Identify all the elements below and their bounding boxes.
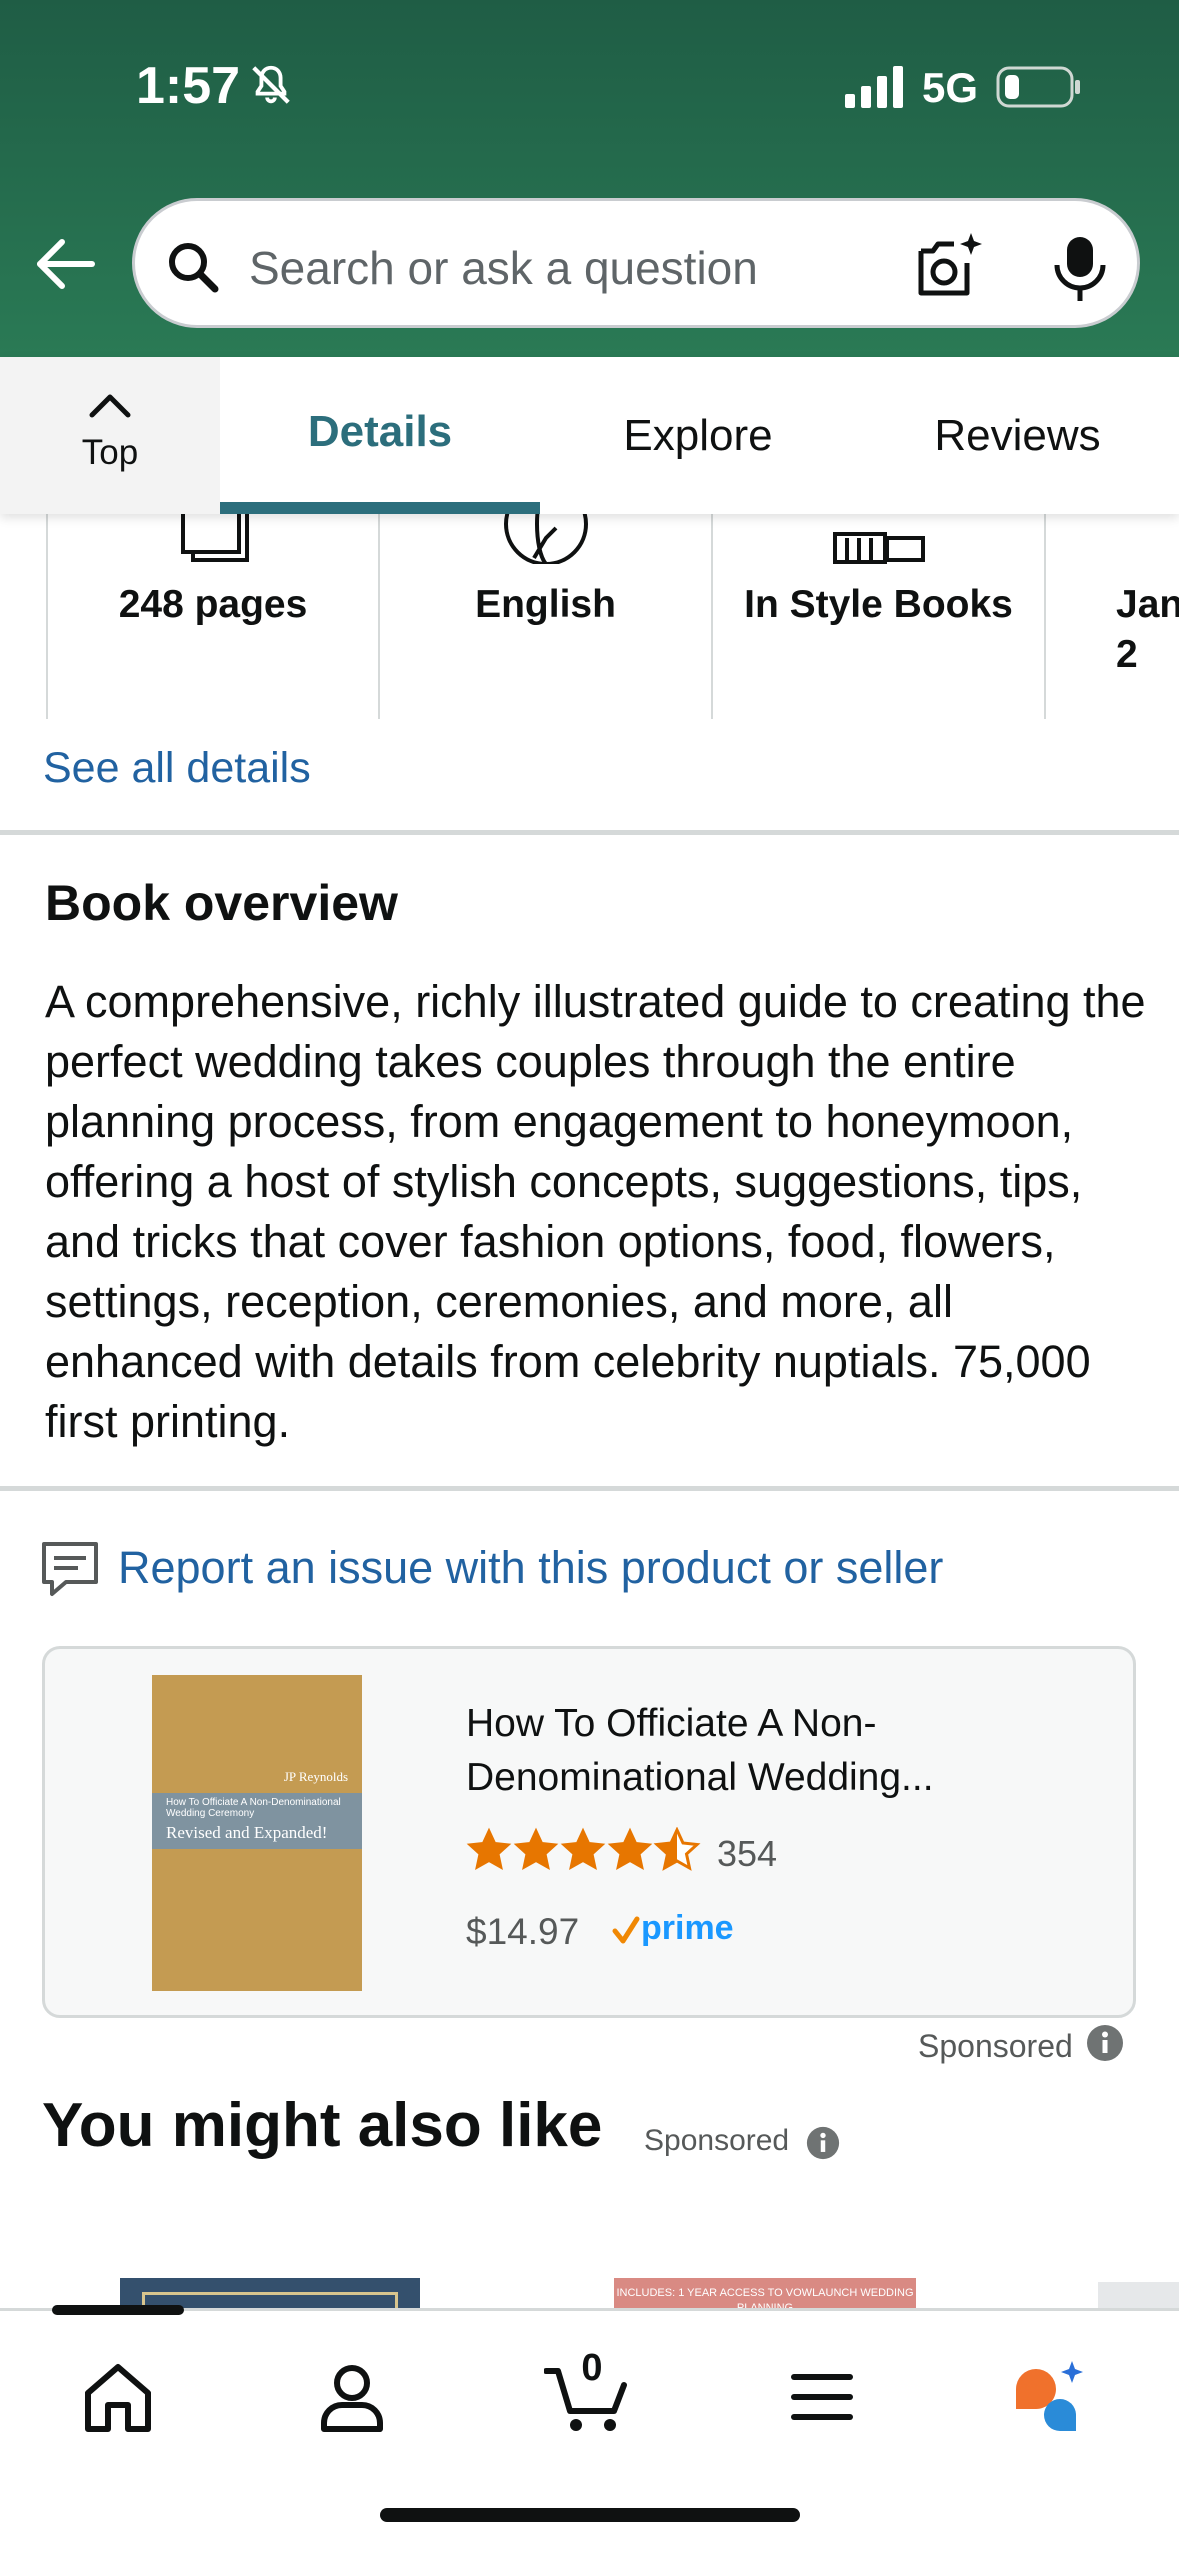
search-bar[interactable]: Search or ask a question [132, 198, 1140, 328]
tab-details[interactable]: Details [220, 357, 540, 514]
see-all-details-link[interactable]: See all details [43, 744, 311, 793]
tab-reviews[interactable]: Reviews [856, 357, 1179, 514]
product-title-link[interactable]: How To Officiate A Non-Denominational We… [466, 1697, 1086, 1805]
sponsored-label: Sponsored [918, 2028, 1073, 2064]
cover-subtitle: Revised and Expanded! [166, 1823, 328, 1842]
cover-author: JP Reynolds [283, 1769, 348, 1784]
camera-search-icon[interactable] [911, 229, 985, 303]
cover-title-band: How To Officiate A Non-Denominational We… [152, 1793, 362, 1849]
product-price: $14.97 [466, 1911, 580, 1952]
star-full-icon [468, 1829, 510, 1869]
account-icon[interactable] [314, 2359, 390, 2435]
chevron-up-icon [89, 394, 131, 418]
detail-card-pages[interactable]: 248 pages [46, 514, 378, 719]
report-issue-icon[interactable] [40, 1540, 100, 1598]
prime-label: prime [641, 1909, 734, 1947]
detail-card-language[interactable]: English [378, 514, 711, 719]
cart-count-badge: 0 [581, 2347, 603, 2389]
back-arrow-icon[interactable] [34, 232, 98, 296]
overview-title: Book overview [45, 875, 398, 931]
overview-text: A comprehensive, richly illustrated guid… [45, 976, 1146, 1447]
detail-publisher-label: In Style Books [744, 583, 1013, 626]
sponsored-product-card[interactable]: JP Reynolds How To Officiate A Non-Denom… [42, 1646, 1136, 2018]
home-indicator [380, 2508, 800, 2522]
star-half-icon [655, 1828, 699, 1870]
star-full-icon [562, 1829, 604, 1869]
calendar-icon [1162, 514, 1179, 564]
tab-top[interactable]: Top [0, 357, 220, 514]
bell-muted-icon [252, 65, 290, 104]
detail-language-label: English [475, 583, 616, 626]
globe-icon [503, 514, 588, 564]
detail-date-label: Jan 2 [1116, 583, 1179, 676]
star-full-icon [515, 1829, 557, 1869]
info-icon[interactable] [806, 2126, 840, 2160]
book-cover-image[interactable]: JP Reynolds How To Officiate A Non-Denom… [152, 1675, 362, 1991]
tab-top-label: Top [81, 433, 139, 472]
status-time: 1:57 [136, 57, 241, 115]
search-input[interactable]: Search or ask a question [249, 241, 758, 295]
star-full-icon [609, 1829, 651, 1869]
tab-explore[interactable]: Explore [540, 357, 856, 514]
home-icon[interactable] [80, 2359, 156, 2435]
active-tab-indicator [220, 502, 540, 514]
search-icon [169, 243, 219, 293]
section-tabs: Top Details Explore Reviews [0, 357, 1179, 514]
detail-card-date[interactable]: Jan 2 [1044, 514, 1179, 719]
you-might-also-like-title: You might also like [42, 2091, 603, 2160]
rating-count: 354 [717, 1833, 778, 1874]
detail-pages-label: 248 pages [118, 583, 308, 626]
product-details-strip: 248 pages English In Style Books Jan 2 [0, 514, 1179, 719]
info-icon[interactable] [1086, 2024, 1124, 2062]
publisher-icon [832, 532, 925, 564]
section-divider [0, 1486, 1179, 1491]
app-header: 1:57 5G Search or ask a question [0, 0, 1179, 357]
cellular-signal-icon [845, 66, 903, 108]
sponsored-label: Sponsored [644, 2124, 790, 2157]
star-rating [468, 1828, 699, 1870]
cover-title: How To Officiate A Non-Denominational We… [166, 1797, 341, 1819]
detail-card-publisher[interactable]: In Style Books [711, 514, 1044, 719]
section-divider [0, 830, 1179, 835]
active-nav-indicator [52, 2305, 184, 2315]
report-issue-link[interactable]: Report an issue with this product or sel… [118, 1542, 943, 1594]
network-type: 5G [922, 64, 979, 111]
menu-icon[interactable] [784, 2359, 860, 2435]
prime-badge-icon: prime [612, 1909, 734, 1947]
microphone-icon[interactable] [1047, 233, 1113, 303]
battery-icon [996, 66, 1080, 108]
rufus-assistant-icon[interactable] [1010, 2359, 1086, 2435]
pages-icon [181, 514, 249, 562]
